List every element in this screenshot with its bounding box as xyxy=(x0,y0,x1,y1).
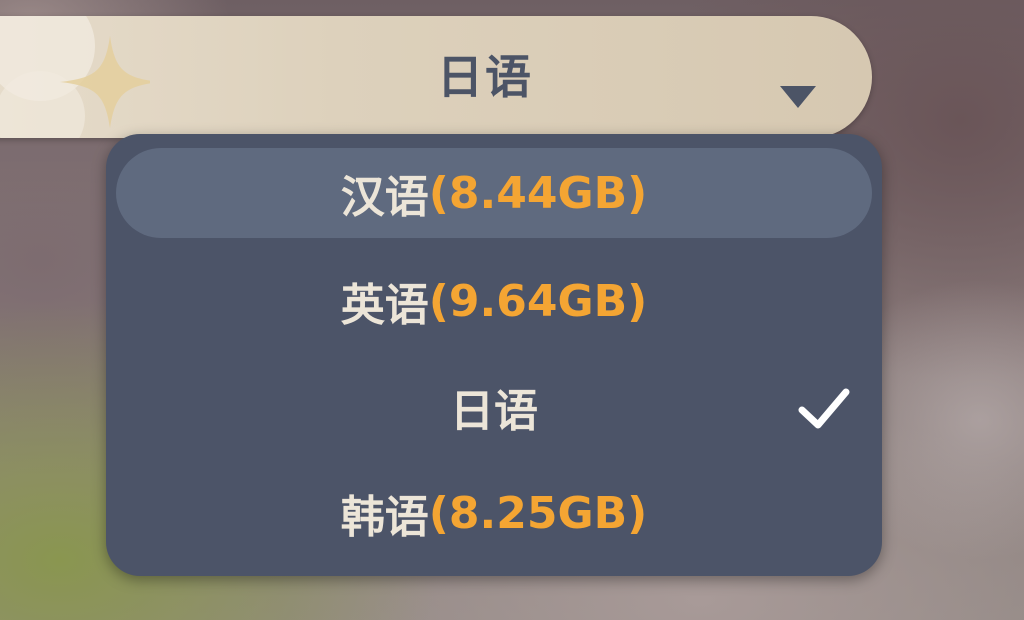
option-label: 日语 xyxy=(450,386,538,437)
option-japanese[interactable]: 日语 xyxy=(116,362,872,452)
caret-down-icon[interactable] xyxy=(780,86,816,108)
option-label: 韩语 xyxy=(340,492,429,543)
language-dropdown-list: 汉语 (8.44GB) 英语 (9.64GB) 日语 韩语 (8.25GB) xyxy=(106,134,882,576)
option-size: (8.44GB) xyxy=(428,167,648,219)
selected-language-label: 日语 xyxy=(437,50,533,104)
option-english[interactable]: 英语 (9.64GB) xyxy=(116,256,872,346)
checkmark-icon xyxy=(798,388,850,429)
option-chinese[interactable]: 汉语 (8.44GB) xyxy=(116,148,872,238)
option-label: 汉语 xyxy=(340,172,429,223)
language-selector[interactable]: 日语 xyxy=(0,16,872,138)
option-size: (8.25GB) xyxy=(428,487,648,539)
option-label: 英语 xyxy=(340,280,429,331)
option-size: (9.64GB) xyxy=(428,275,648,327)
option-korean[interactable]: 韩语 (8.25GB) xyxy=(116,468,872,558)
